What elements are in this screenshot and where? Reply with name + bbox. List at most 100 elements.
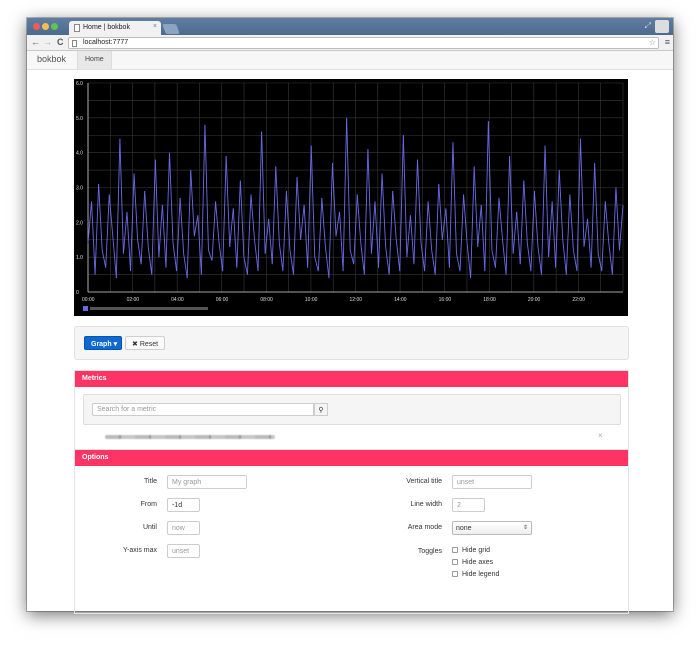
ymax-label: Y-axis max	[123, 547, 157, 554]
search-icon[interactable]: ⚲	[314, 403, 328, 416]
series-line-segment	[179, 197, 185, 254]
series-line-segment	[395, 239, 401, 272]
legend-label-blurred	[90, 307, 208, 310]
zoom-window-button[interactable]	[51, 23, 58, 30]
metric-search-input[interactable]: Search for a metric	[92, 403, 314, 416]
browser-toolbar: ← → C localhost:7777 ☆ ≡	[27, 35, 673, 51]
browser-tab[interactable]: Home | bokbok ×	[69, 21, 161, 35]
series-line-segment	[289, 250, 294, 275]
caret-down-icon: ▾	[113, 341, 118, 348]
graph-dropdown-button[interactable]: Graph ▾	[84, 336, 122, 350]
tab-title: Home | bokbok	[83, 24, 130, 31]
y-tick-label: 2.0	[76, 220, 83, 226]
series-line-segment	[548, 201, 553, 258]
series-line-segment	[392, 190, 397, 240]
series-line-segment	[541, 145, 546, 275]
address-bar[interactable]: localhost:7777 ☆	[68, 37, 659, 49]
checkbox-icon[interactable]	[452, 547, 458, 553]
series-line-segment	[98, 183, 103, 251]
series-line-segment	[101, 250, 107, 268]
series-line-segment	[243, 257, 248, 275]
series-line-segment	[512, 211, 518, 254]
series-line-segment	[225, 156, 231, 247]
metrics-panel: Metrics Search for a metric ⚲ ×	[74, 370, 629, 450]
checkbox-icon[interactable]	[452, 571, 458, 577]
series-line-segment	[119, 138, 124, 254]
remove-metric-icon[interactable]: ×	[598, 431, 603, 440]
series-line-segment	[271, 166, 277, 265]
linewidth-input[interactable]: 2	[452, 498, 485, 512]
y-tick-label: 6.0	[76, 81, 83, 87]
series-line-segment	[381, 173, 387, 247]
series-line-segment	[385, 246, 390, 275]
tab-strip: Home | bokbok × ⤢	[27, 18, 673, 35]
tab-close-icon[interactable]: ×	[153, 23, 157, 30]
series-line-segment	[133, 173, 139, 240]
x-tick-label: 04:00	[171, 297, 184, 303]
series-line-segment	[424, 201, 429, 272]
nav-home-link[interactable]: Home	[77, 51, 112, 69]
star-icon[interactable]: ☆	[649, 38, 656, 47]
areamode-value: none	[456, 525, 472, 532]
back-button[interactable]: ←	[31, 37, 40, 47]
new-tab-button[interactable]	[162, 24, 180, 34]
x-tick-label: 10:00	[305, 297, 318, 303]
chart-canvas: 0 1.0 2.0 3.0 4.0 5.0 6.0 00:00 02:00 04:00 06:00 0…	[76, 81, 624, 311]
reload-button[interactable]: C	[57, 37, 64, 47]
brand-logo[interactable]: bokbok	[37, 54, 66, 64]
series-line-segment	[417, 159, 422, 244]
profile-icon[interactable]	[655, 20, 669, 33]
title-input[interactable]: My graph	[167, 475, 247, 489]
series-line-segment	[544, 145, 550, 258]
series-line-segment	[335, 211, 341, 237]
toggles-label: Toggles	[417, 548, 442, 555]
series-line-segment	[186, 170, 192, 279]
series-line-segment	[580, 138, 585, 247]
series-line-segment	[324, 246, 330, 279]
series-line-segment	[615, 187, 620, 251]
forward-button[interactable]: →	[43, 37, 52, 47]
series-line-segment	[161, 204, 167, 268]
series-line-segment	[250, 194, 255, 240]
x-tick-label: 14:00	[394, 297, 407, 303]
series-line-segment	[339, 211, 344, 272]
series-line-segment	[619, 204, 624, 251]
reset-button[interactable]: ✖ Reset	[125, 336, 165, 350]
toggle-hide-axes[interactable]: Hide axes	[452, 559, 493, 566]
until-input[interactable]: now	[167, 521, 200, 535]
fullscreen-icon[interactable]: ⤢	[645, 21, 651, 31]
options-panel: Options Title My graph From -1d Until no…	[74, 449, 629, 614]
series-line-segment	[154, 159, 160, 258]
y-tick-label: 3.0	[76, 186, 83, 192]
series-line-segment	[222, 156, 227, 272]
checkbox-icon[interactable]	[452, 559, 458, 565]
from-input[interactable]: -1d	[167, 498, 200, 512]
close-window-button[interactable]	[33, 23, 40, 30]
title-label: Title	[144, 478, 157, 485]
toggle-hide-legend[interactable]: Hide legend	[452, 571, 499, 578]
series-line-segment	[293, 177, 298, 275]
toggle-hide-grid[interactable]: Hide grid	[452, 547, 490, 554]
areamode-select[interactable]: none ⇕	[452, 521, 532, 535]
menu-icon[interactable]: ≡	[665, 37, 670, 47]
series-line-segment	[480, 204, 486, 272]
series-line-segment	[232, 208, 238, 268]
series-line-segment	[239, 180, 245, 258]
ymax-input[interactable]: unset	[167, 544, 200, 558]
series-line-segment	[434, 183, 440, 275]
series-line-segment	[498, 197, 503, 240]
minimize-window-button[interactable]	[42, 23, 49, 30]
y-tick-label: 4.0	[76, 151, 83, 157]
remove-icon: ✖	[132, 341, 138, 348]
series-line-segment	[370, 201, 376, 254]
vtitle-input[interactable]: unset	[452, 475, 532, 489]
series-line-segment	[126, 211, 131, 272]
series-line-segment	[328, 163, 333, 279]
areamode-label: Area mode	[407, 524, 442, 531]
series-line-segment	[463, 194, 468, 244]
series-line-segment	[282, 190, 287, 272]
series-line-segment	[137, 239, 142, 265]
series-line-segment	[285, 190, 291, 251]
series-line-segment	[597, 253, 603, 272]
series-line-segment	[94, 183, 100, 275]
